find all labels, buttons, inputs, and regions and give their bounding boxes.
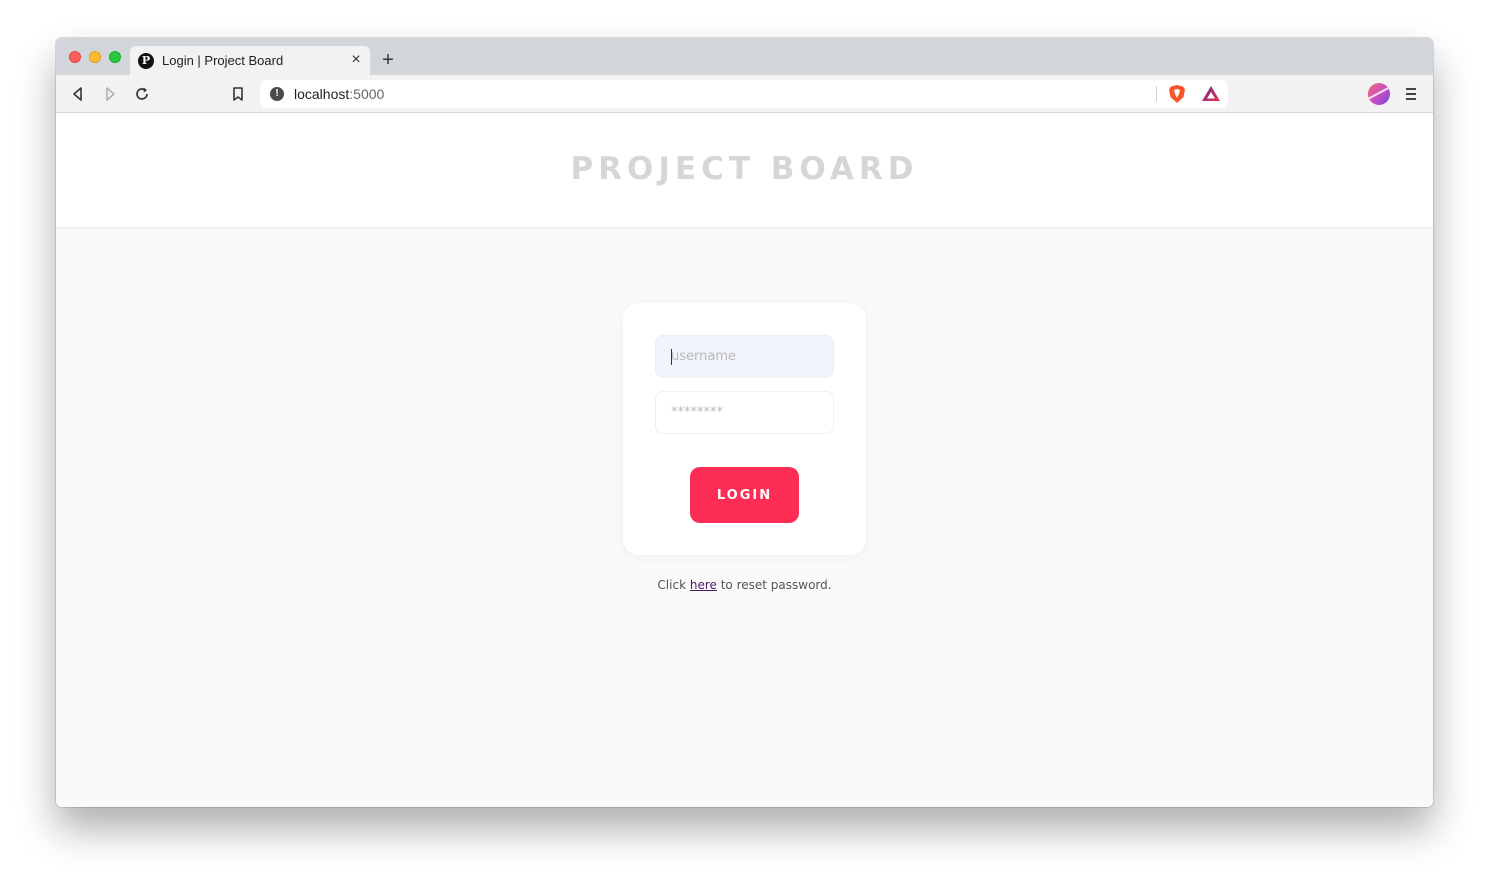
hamburger-menu-icon[interactable] [1404, 85, 1418, 103]
brave-shield-icon[interactable] [1168, 84, 1186, 104]
close-window-button[interactable] [69, 51, 81, 63]
address-bar[interactable]: ! localhost:5000 [260, 80, 1228, 108]
url-port: :5000 [349, 86, 385, 102]
page-title: PROJECT BOARD [570, 151, 919, 187]
reload-icon[interactable] [133, 85, 151, 103]
favicon-icon: P [138, 53, 154, 69]
brave-rewards-icon[interactable] [1201, 85, 1221, 103]
bookmark-icon[interactable] [229, 85, 247, 103]
tab-close-icon[interactable]: × [348, 52, 364, 68]
username-input[interactable] [655, 335, 834, 378]
forward-arrow-icon[interactable] [101, 85, 119, 103]
reset-password-text: Click here to reset password. [56, 578, 1433, 592]
reset-password-link[interactable]: here [690, 578, 717, 592]
text-caret [671, 349, 672, 365]
reset-prefix: Click [657, 578, 690, 592]
zoom-window-button[interactable] [109, 51, 121, 63]
reset-suffix: to reset password. [716, 578, 832, 592]
url-divider [1156, 86, 1157, 102]
back-arrow-icon[interactable] [69, 85, 87, 103]
info-icon[interactable]: ! [270, 87, 284, 101]
browser-toolbar: ! localhost:5000 [56, 75, 1433, 113]
tab-title: Login | Project Board [162, 53, 284, 68]
password-input[interactable] [655, 391, 834, 434]
url-text[interactable]: localhost:5000 [294, 86, 384, 102]
new-tab-button[interactable]: + [378, 50, 398, 70]
login-card: LOGIN [623, 303, 866, 555]
browser-window: P Login | Project Board × + ! localhost:… [56, 38, 1433, 807]
login-button[interactable]: LOGIN [690, 467, 799, 523]
tab-strip: P Login | Project Board × + [56, 38, 1433, 75]
minimize-window-button[interactable] [89, 51, 101, 63]
page-content: PROJECT BOARD LOGIN Click here to reset … [56, 113, 1433, 807]
profile-avatar[interactable] [1368, 83, 1390, 105]
tab-login[interactable]: P Login | Project Board × [130, 46, 370, 75]
site-header: PROJECT BOARD [56, 113, 1433, 227]
url-host: localhost [294, 86, 350, 102]
